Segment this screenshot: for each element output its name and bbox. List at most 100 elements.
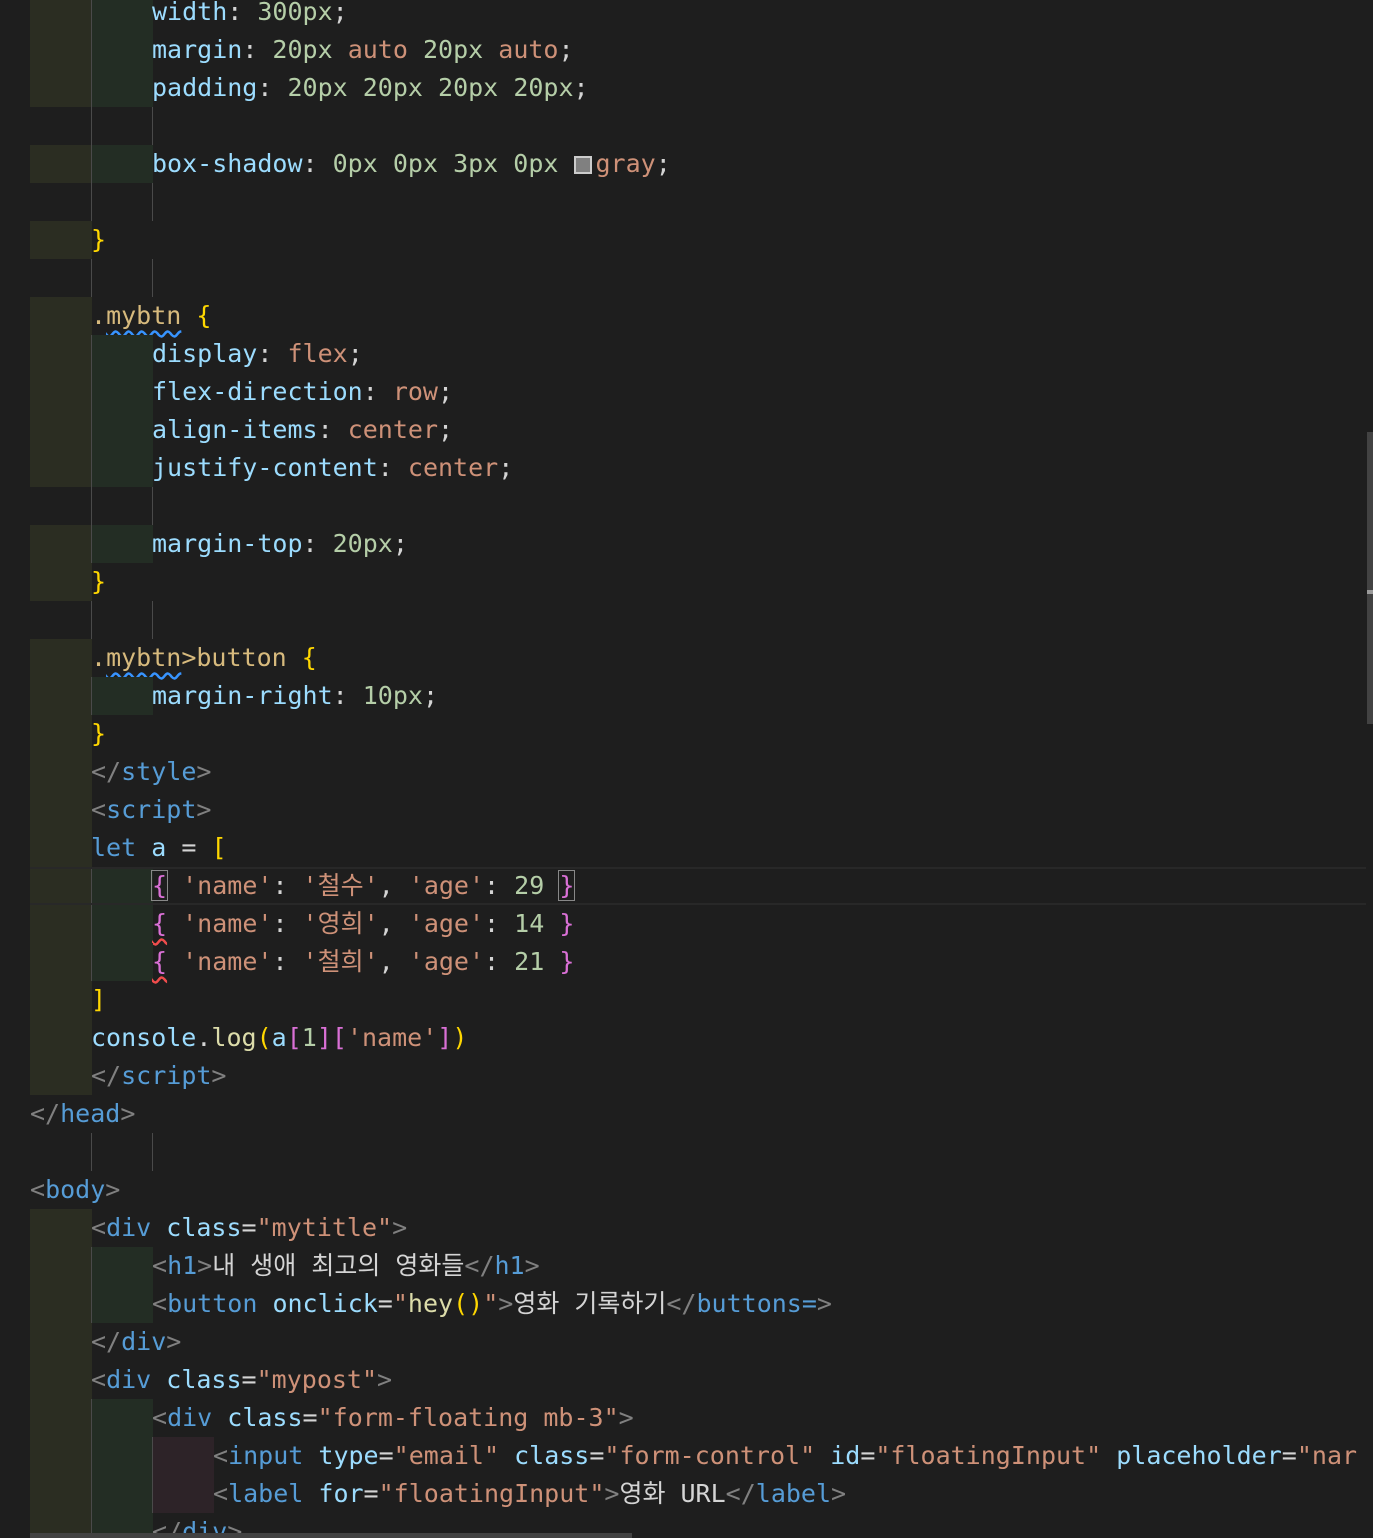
code-token: > bbox=[377, 1365, 393, 1394]
code-text[interactable]: </script> bbox=[91, 1057, 226, 1095]
code-line[interactable]: margin: 20px auto 20px auto; bbox=[0, 31, 1373, 69]
code-text[interactable]: </style> bbox=[91, 753, 211, 791]
code-token: > bbox=[498, 1289, 514, 1318]
indent-guide-line bbox=[152, 259, 153, 297]
code-text[interactable]: { 'name': '철수', 'age': 29 } bbox=[150, 867, 576, 905]
indent-guide bbox=[30, 31, 92, 69]
code-line[interactable]: padding: 20px 20px 20px 20px; bbox=[0, 69, 1373, 107]
code-line[interactable]: flex-direction: row; bbox=[0, 373, 1373, 411]
code-token: 20px bbox=[287, 73, 348, 102]
code-line[interactable]: ] bbox=[0, 981, 1373, 1019]
code-line[interactable]: let a = [ bbox=[0, 829, 1373, 867]
indent-guide-line bbox=[91, 1247, 92, 1285]
code-line[interactable]: } bbox=[0, 563, 1373, 601]
code-text[interactable]: { 'name': '철희', 'age': 21 } bbox=[152, 943, 574, 981]
code-line[interactable]: <input type="email" class="form-control"… bbox=[0, 1437, 1373, 1475]
code-text[interactable]: </div> bbox=[91, 1323, 181, 1361]
code-line[interactable]: </script> bbox=[0, 1057, 1373, 1095]
code-text[interactable]: console.log(a[1]['name']) bbox=[91, 1019, 467, 1057]
code-text[interactable]: <label for="floatingInput">영화 URL</label… bbox=[213, 1475, 846, 1513]
code-line[interactable]: display: flex; bbox=[0, 335, 1373, 373]
code-text[interactable]: width: 300px; bbox=[152, 0, 348, 31]
code-text[interactable]: <div class="mytitle"> bbox=[91, 1209, 407, 1247]
code-line[interactable]: </head> bbox=[0, 1095, 1373, 1133]
code-text[interactable]: .mybtn { bbox=[91, 297, 211, 335]
code-text[interactable]: <body> bbox=[30, 1171, 120, 1209]
code-text[interactable]: { 'name': '영희', 'age': 14 } bbox=[152, 905, 574, 943]
code-line[interactable]: { 'name': '영희', 'age': 14 } bbox=[0, 905, 1373, 943]
indent-guide bbox=[91, 449, 153, 487]
code-line[interactable]: { 'name': '철희', 'age': 21 } bbox=[0, 943, 1373, 981]
code-text[interactable]: } bbox=[91, 715, 106, 753]
code-text[interactable]: flex-direction: row; bbox=[152, 373, 453, 411]
code-text[interactable]: </head> bbox=[30, 1095, 135, 1133]
code-line[interactable]: .mybtn { bbox=[0, 297, 1373, 335]
code-line[interactable]: .mybtn>button { bbox=[0, 639, 1373, 677]
code-line[interactable]: <label for="floatingInput">영화 URL</label… bbox=[0, 1475, 1373, 1513]
code-line[interactable]: </style> bbox=[0, 753, 1373, 791]
code-text[interactable]: <div class="form-floating mb-3"> bbox=[152, 1399, 634, 1437]
code-text[interactable]: <div class="mypost"> bbox=[91, 1361, 392, 1399]
code-line[interactable]: align-items: center; bbox=[0, 411, 1373, 449]
code-line[interactable] bbox=[0, 259, 1373, 297]
code-token: width bbox=[152, 0, 228, 26]
code-line[interactable] bbox=[0, 487, 1373, 525]
code-line[interactable] bbox=[0, 601, 1373, 639]
horizontal-scrollbar-thumb[interactable] bbox=[30, 1533, 632, 1538]
code-text[interactable]: margin-top: 20px; bbox=[152, 525, 408, 563]
code-line[interactable] bbox=[0, 107, 1373, 145]
code-line[interactable]: width: 300px; bbox=[0, 0, 1373, 31]
code-line[interactable]: console.log(a[1]['name']) bbox=[0, 1019, 1373, 1057]
indent-guide bbox=[91, 373, 153, 411]
indent-guide bbox=[30, 791, 92, 829]
indent-guide-line bbox=[91, 107, 92, 145]
code-text[interactable]: display: flex; bbox=[152, 335, 363, 373]
color-swatch-icon[interactable] bbox=[573, 156, 592, 174]
code-line[interactable]: box-shadow: 0px 0px 3px 0px gray; bbox=[0, 145, 1373, 183]
code-line[interactable]: margin-top: 20px; bbox=[0, 525, 1373, 563]
code-line[interactable] bbox=[0, 183, 1373, 221]
code-line[interactable]: <h1>내 생애 최고의 영화들</h1> bbox=[0, 1247, 1373, 1285]
vertical-scrollbar-thumb[interactable] bbox=[1367, 432, 1373, 724]
code-token: < bbox=[152, 1289, 168, 1318]
code-token: = bbox=[166, 833, 212, 862]
code-token: class bbox=[227, 1403, 303, 1432]
code-text[interactable]: box-shadow: 0px 0px 3px 0px gray; bbox=[152, 145, 671, 183]
code-text[interactable]: .mybtn>button { bbox=[91, 639, 317, 677]
code-text[interactable]: let a = [ bbox=[91, 829, 227, 867]
code-token: [ bbox=[211, 833, 227, 862]
code-line[interactable]: <script> bbox=[0, 791, 1373, 829]
code-text[interactable]: <input type="email" class="form-control"… bbox=[213, 1437, 1357, 1475]
code-line[interactable] bbox=[0, 1133, 1373, 1171]
code-line[interactable]: } bbox=[0, 715, 1373, 753]
code-text[interactable]: } bbox=[91, 221, 106, 259]
code-text[interactable]: <h1>내 생애 최고의 영화들</h1> bbox=[152, 1247, 540, 1285]
code-text[interactable]: margin: 20px auto 20px auto; bbox=[152, 31, 574, 69]
code-line[interactable]: </div> bbox=[0, 1323, 1373, 1361]
code-text[interactable]: margin-right: 10px; bbox=[152, 677, 438, 715]
code-line[interactable]: <body> bbox=[0, 1171, 1373, 1209]
code-text[interactable]: ] bbox=[91, 981, 106, 1019]
code-line[interactable]: <div class="form-floating mb-3"> bbox=[0, 1399, 1373, 1437]
code-line[interactable]: { 'name': '철수', 'age': 29 } bbox=[0, 867, 1373, 905]
code-line[interactable]: justify-content: center; bbox=[0, 449, 1373, 487]
code-line[interactable]: <div class="mytitle"> bbox=[0, 1209, 1373, 1247]
code-text[interactable]: <button onclick="hey()">영화 기록하기</buttons… bbox=[152, 1285, 832, 1323]
code-text[interactable]: <script> bbox=[91, 791, 211, 829]
code-text[interactable]: justify-content: center; bbox=[152, 449, 513, 487]
vertical-scrollbar-track[interactable] bbox=[1366, 0, 1373, 1538]
code-text[interactable]: padding: 20px 20px 20px 20px; bbox=[152, 69, 589, 107]
code-token: < bbox=[30, 1175, 46, 1204]
code-line[interactable]: <button onclick="hey()">영화 기록하기</buttons… bbox=[0, 1285, 1373, 1323]
code-token: "mypost" bbox=[256, 1365, 378, 1394]
code-editor[interactable]: width: 300px; margin: 20px auto 20px auto… bbox=[0, 0, 1373, 1538]
code-token: align-items bbox=[152, 415, 318, 444]
code-text[interactable]: } bbox=[91, 563, 106, 601]
code-line[interactable]: <div class="mypost"> bbox=[0, 1361, 1373, 1399]
code-line[interactable]: margin-right: 10px; bbox=[0, 677, 1373, 715]
code-line[interactable]: } bbox=[0, 221, 1373, 259]
code-token: 'age' bbox=[408, 947, 485, 976]
code-text[interactable]: align-items: center; bbox=[152, 411, 453, 449]
